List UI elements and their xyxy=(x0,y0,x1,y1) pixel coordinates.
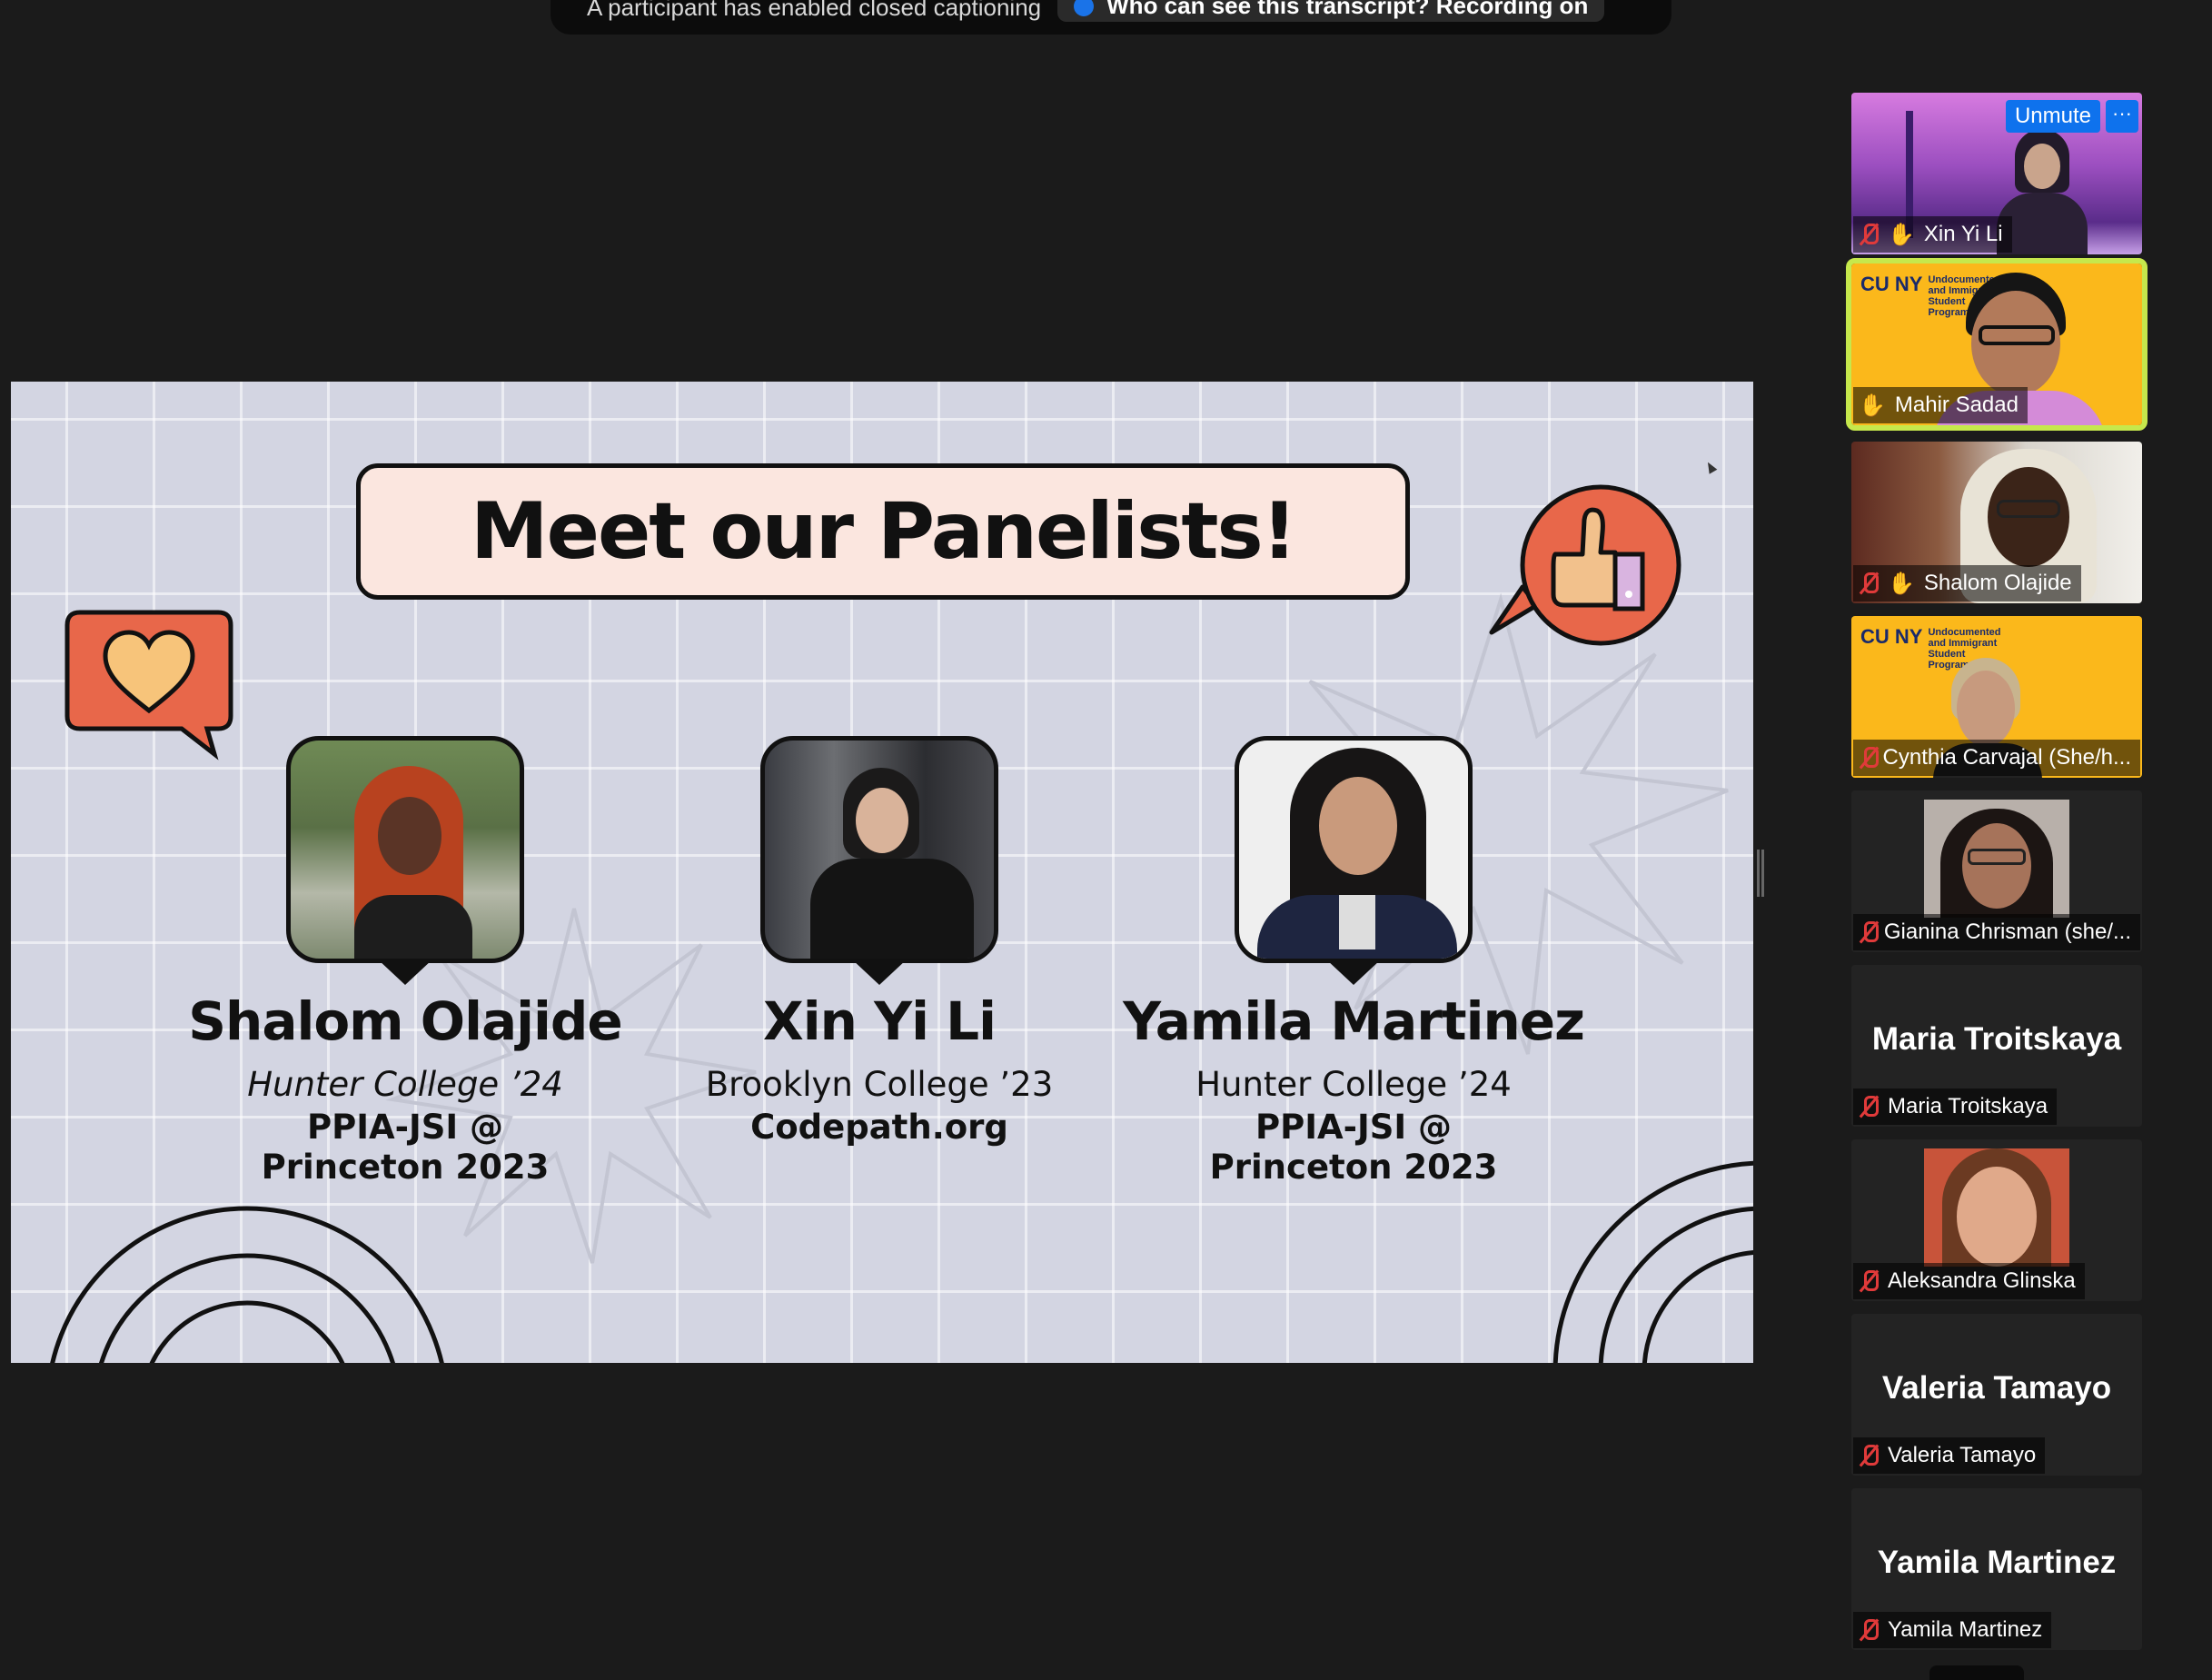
mic-muted-icon xyxy=(1859,1618,1879,1642)
raise-hand-icon: ✋ xyxy=(1859,393,1886,418)
participant-tile[interactable]: Valeria Tamayo Valeria Tamayo xyxy=(1851,1314,2142,1476)
participant-name-label: Yamila Martinez xyxy=(1853,1612,2052,1648)
participant-name: Mahir Sadad xyxy=(1894,393,2019,417)
raise-hand-icon: ✋ xyxy=(1888,571,1915,596)
panelist-school: Hunter College ’24 xyxy=(1195,1065,1512,1104)
mic-muted-icon xyxy=(1859,1444,1879,1467)
rings-decoration-right xyxy=(1552,1160,1753,1363)
participant-display-name: Yamila Martinez xyxy=(1877,1545,2117,1580)
panelist-photo xyxy=(760,736,998,963)
caption-notice: A participant has enabled closed caption… xyxy=(587,0,1042,21)
participant-name: Valeria Tamayo xyxy=(1888,1443,2037,1467)
mic-muted-icon xyxy=(1859,746,1879,770)
mic-muted-icon xyxy=(1859,572,1879,595)
participant-name: Yamila Martinez xyxy=(1888,1617,2043,1642)
panelist-school: Hunter College ’24 xyxy=(247,1065,563,1104)
captions-icon xyxy=(1074,0,1095,16)
participant-name-label: Cynthia Carvajal (She/h... xyxy=(1853,740,2140,776)
mic-muted-icon xyxy=(1859,223,1879,246)
thumbs-up-bubble-icon xyxy=(1489,484,1681,646)
slide-title-box: Meet our Panelists! xyxy=(356,463,1410,600)
participant-name-label: ✋ Xin Yi Li xyxy=(1853,216,2012,253)
shared-screen-slide: Meet our Panelists! Shalom Olajide Hunte… xyxy=(11,382,1753,1363)
panelist-card-3: Yamila Martinez Hunter College ’24 PPIA-… xyxy=(1117,736,1590,1188)
mic-muted-icon xyxy=(1859,1269,1879,1293)
participant-display-name: Maria Troitskaya xyxy=(1871,1021,2122,1057)
panelist-card-1: Shalom Olajide Hunter College ’24 PPIA-J… xyxy=(169,736,641,1188)
participant-tile[interactable]: Gianina Chrisman (she/... xyxy=(1851,790,2142,952)
more-options-button[interactable]: ··· xyxy=(2106,100,2138,133)
mic-muted-icon xyxy=(1859,920,1879,944)
participant-name: Aleksandra Glinska xyxy=(1888,1268,2076,1293)
participant-name: Cynthia Carvajal (She/h... xyxy=(1882,745,2131,770)
panelist-affiliation: PPIA-JSI @ Princeton 2023 xyxy=(261,1108,550,1187)
participant-name-label: Valeria Tamayo xyxy=(1853,1437,2046,1474)
panelist-name: Yamila Martinez xyxy=(1123,990,1585,1052)
transcript-info-label: Who can see this transcript? Recording o… xyxy=(1106,0,1589,19)
mic-muted-icon xyxy=(1859,1095,1879,1118)
slide-title: Meet our Panelists! xyxy=(471,486,1297,577)
participant-name-label: ✋ Mahir Sadad xyxy=(1853,387,2028,423)
participant-tile[interactable]: Yamila Martinez Yamila Martinez xyxy=(1851,1488,2142,1650)
splitter-handle[interactable] xyxy=(1757,850,1764,897)
caption-banner: A participant has enabled closed caption… xyxy=(551,0,1671,35)
participant-display-name: Valeria Tamayo xyxy=(1881,1370,2112,1406)
panelist-card-2: Xin Yi Li Brooklyn College ’23 Codepath.… xyxy=(643,736,1116,1148)
participant-name-label: ✋ Shalom Olajide xyxy=(1853,565,2081,601)
transcript-info-button[interactable]: Who can see this transcript? Recording o… xyxy=(1057,0,1605,22)
participant-name-label: Aleksandra Glinska xyxy=(1853,1263,2085,1299)
participant-name: Gianina Chrisman (she/... xyxy=(1883,920,2131,944)
panelist-photo xyxy=(1235,736,1473,963)
panelist-school: Brooklyn College ’23 xyxy=(705,1065,1054,1104)
panelist-name: Xin Yi Li xyxy=(763,990,997,1052)
participant-tile[interactable]: Aleksandra Glinska xyxy=(1851,1139,2142,1301)
participant-name: Shalom Olajide xyxy=(1923,571,2072,595)
panelist-photo xyxy=(286,736,524,963)
participant-name: Maria Troitskaya xyxy=(1888,1094,2048,1118)
participant-tile[interactable]: Unmute ··· ✋ Xin Yi Li xyxy=(1851,93,2142,254)
participant-name: Xin Yi Li xyxy=(1923,222,2003,246)
panelist-affiliation: Codepath.org xyxy=(750,1108,1008,1147)
unmute-button[interactable]: Unmute xyxy=(2005,100,2100,133)
gallery-scroll-tab[interactable] xyxy=(1929,1665,2024,1680)
participant-tile[interactable]: Maria Troitskaya Maria Troitskaya xyxy=(1851,965,2142,1127)
panelist-affiliation: PPIA-JSI @ Princeton 2023 xyxy=(1209,1108,1498,1187)
participant-tile[interactable]: ✋ Shalom Olajide xyxy=(1851,442,2142,603)
participant-tile-active-speaker[interactable]: CU NY Undocumented and Immigrant Student … xyxy=(1846,258,2148,431)
panelist-name: Shalom Olajide xyxy=(188,990,623,1052)
participant-tile[interactable]: CU NY Undocumented and Immigrant Student … xyxy=(1851,616,2142,778)
participant-name-label: Maria Troitskaya xyxy=(1853,1089,2058,1125)
rings-decoration-left xyxy=(50,1206,444,1363)
participant-name-label: Gianina Chrisman (she/... xyxy=(1853,914,2140,950)
raise-hand-icon: ✋ xyxy=(1888,222,1915,247)
